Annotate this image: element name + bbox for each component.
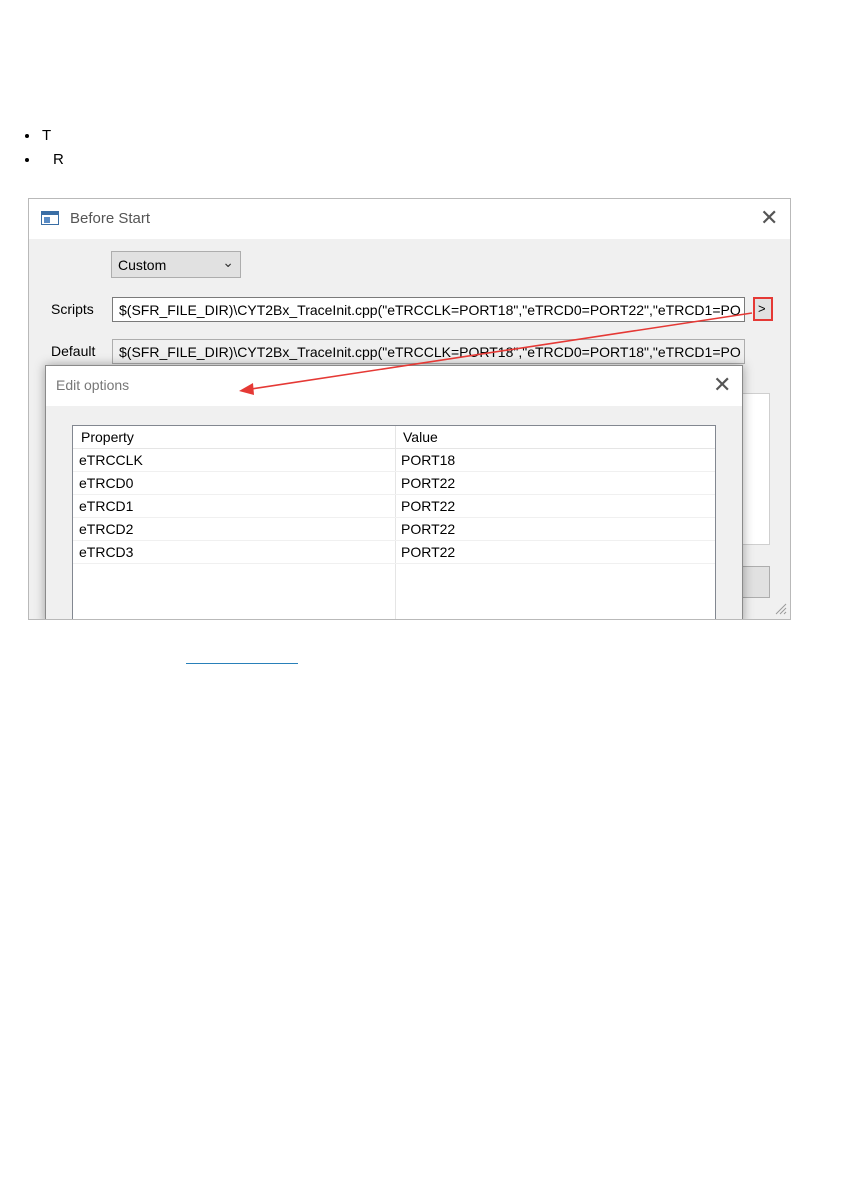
table-header: Property Value	[73, 426, 715, 449]
bullet-dot-icon	[25, 158, 29, 162]
expand-options-button[interactable]: >	[753, 297, 773, 321]
chevron-down-icon: ⌄	[222, 255, 234, 271]
default-field: $(SFR_FILE_DIR)\CYT2Bx_TraceInit.cpp("eT…	[112, 339, 745, 364]
document-bullet-list: T R	[0, 0, 841, 180]
window-close-icon[interactable]: ✕	[760, 208, 778, 230]
table-row[interactable]: eTRCD3 PORT22	[73, 541, 715, 564]
value-cell[interactable]: PORT18	[401, 452, 455, 468]
property-cell: eTRCCLK	[79, 452, 143, 468]
preset-dropdown[interactable]: Custom ⌄	[111, 251, 241, 278]
value-cell[interactable]: PORT22	[401, 544, 455, 560]
embedded-screenshot: Before Start ✕ Custom ⌄ Scripts $(SFR_FI…	[28, 198, 791, 620]
bullet-text: R	[53, 151, 64, 168]
value-cell[interactable]: PORT22	[401, 475, 455, 491]
table-row[interactable]: eTRCCLK PORT18	[73, 449, 715, 472]
default-value: $(SFR_FILE_DIR)\CYT2Bx_TraceInit.cpp("eT…	[119, 344, 741, 360]
document-link[interactable]	[186, 649, 298, 664]
scripts-value: $(SFR_FILE_DIR)\CYT2Bx_TraceInit.cpp("eT…	[119, 302, 741, 318]
bullet-dot-icon	[25, 134, 29, 138]
options-table: Property Value eTRCCLK PORT18 eTRCD0 POR…	[72, 425, 716, 619]
window-title: Before Start	[70, 210, 151, 227]
property-cell: eTRCD3	[79, 544, 134, 560]
property-cell: eTRCD1	[79, 498, 134, 514]
edit-options-dialog: Edit options ✕ Property Value eTRCCLK PO…	[45, 365, 743, 619]
property-cell: eTRCD2	[79, 521, 134, 537]
expand-button-label: >	[758, 301, 766, 316]
default-label: Default	[51, 343, 96, 359]
dialog-close-icon[interactable]: ✕	[713, 375, 731, 397]
table-row[interactable]: eTRCD0 PORT22	[73, 472, 715, 495]
app-window-icon	[41, 211, 59, 225]
table-row[interactable]: eTRCD1 PORT22	[73, 495, 715, 518]
value-cell[interactable]: PORT22	[401, 521, 455, 537]
background-panel	[741, 393, 770, 545]
resize-grip-icon[interactable]	[773, 601, 787, 615]
preset-value: Custom	[118, 257, 167, 273]
edit-options-titlebar: Edit options ✕	[46, 366, 742, 406]
bullet-text: T	[42, 127, 52, 144]
scripts-input[interactable]: $(SFR_FILE_DIR)\CYT2Bx_TraceInit.cpp("eT…	[112, 297, 745, 322]
column-header-property[interactable]: Property	[81, 429, 134, 445]
background-button[interactable]	[741, 566, 770, 598]
dialog-title: Edit options	[56, 377, 130, 393]
before-start-titlebar: Before Start ✕	[29, 199, 790, 239]
column-header-value[interactable]: Value	[403, 429, 438, 445]
scripts-label: Scripts	[51, 301, 94, 317]
table-row[interactable]: eTRCD2 PORT22	[73, 518, 715, 541]
value-cell[interactable]: PORT22	[401, 498, 455, 514]
property-cell: eTRCD0	[79, 475, 134, 491]
